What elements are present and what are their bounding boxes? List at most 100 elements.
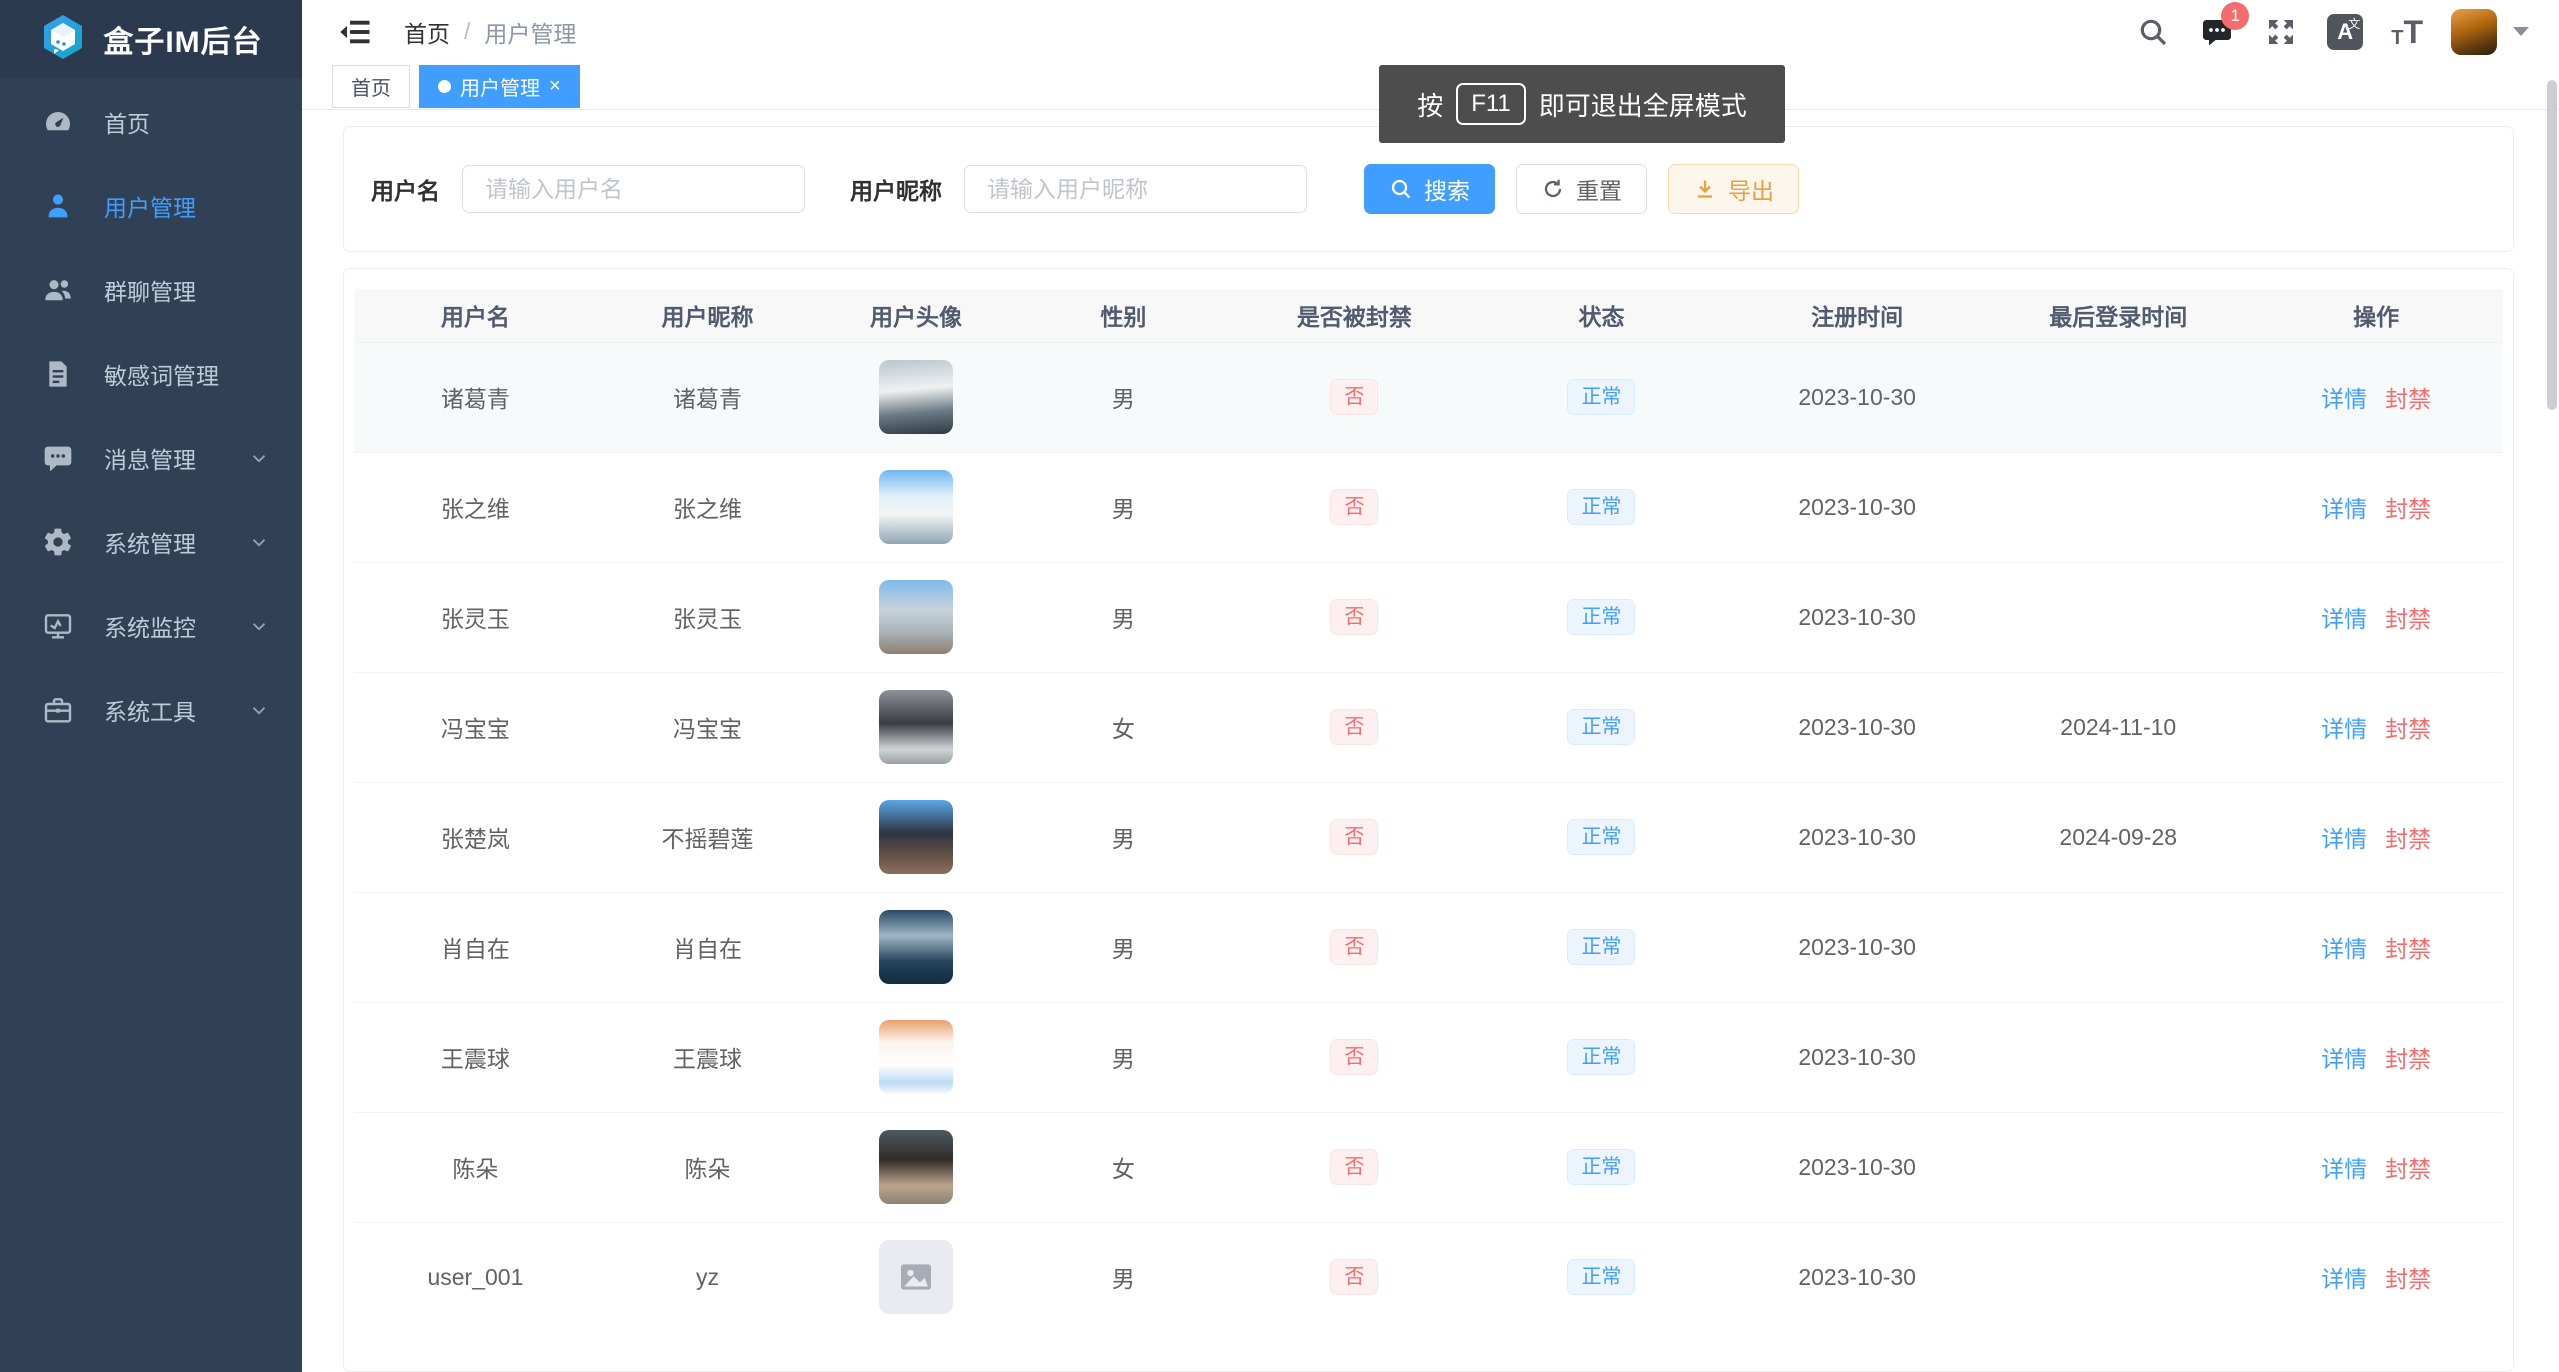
banned-cell: 否 (1233, 342, 1476, 452)
gender-cell: 男 (1014, 562, 1233, 672)
ban-link[interactable]: 封禁 (2385, 386, 2431, 412)
status-cell: 正常 (1476, 1002, 1727, 1112)
scrollbar-thumb[interactable] (2547, 80, 2557, 410)
user-table-card: 用户名用户昵称用户头像性别是否被封禁状态注册时间最后登录时间操作 诸葛青诸葛青男… (343, 268, 2514, 1372)
banned-cell: 否 (1233, 1112, 1476, 1222)
table-row: 冯宝宝冯宝宝女否正常2023-10-302024-11-10详情封禁 (354, 672, 2503, 782)
avatar[interactable] (2451, 9, 2497, 55)
detail-link[interactable]: 详情 (2321, 386, 2367, 412)
actions-cell: 详情封禁 (2249, 892, 2503, 1002)
detail-link[interactable]: 详情 (2321, 826, 2367, 852)
avatar-cell (818, 672, 1014, 782)
chevron-down-icon (2513, 27, 2529, 36)
sidebar-item-系统监控[interactable]: 系统监控 (0, 584, 302, 668)
sidebar-item-敏感词管理[interactable]: 敏感词管理 (0, 332, 302, 416)
column-header: 用户名 (354, 289, 597, 342)
export-button[interactable]: 导出 (1668, 164, 1799, 214)
banned-cell: 否 (1233, 892, 1476, 1002)
register-time-cell: 2023-10-30 (1727, 1112, 1987, 1222)
sidebar-item-系统管理[interactable]: 系统管理 (0, 500, 302, 584)
ban-link[interactable]: 封禁 (2385, 716, 2431, 742)
table-header-row: 用户名用户昵称用户头像性别是否被封禁状态注册时间最后登录时间操作 (354, 289, 2503, 342)
user-avatar[interactable] (879, 910, 953, 984)
nickname-input[interactable] (964, 165, 1307, 213)
banned-badge: 否 (1330, 1149, 1378, 1185)
toast-prefix: 按 (1417, 86, 1443, 123)
tab-首页[interactable]: 首页 (332, 65, 410, 108)
banned-badge: 否 (1330, 599, 1378, 635)
ban-link[interactable]: 封禁 (2385, 826, 2431, 852)
avatar-cell (818, 782, 1014, 892)
column-header: 用户昵称 (597, 289, 818, 342)
sidebar-item-用户管理[interactable]: 用户管理 (0, 164, 302, 248)
last-login-cell: 2024-09-28 (1987, 782, 2249, 892)
actions-cell: 详情封禁 (2249, 672, 2503, 782)
banned-badge: 否 (1330, 1259, 1378, 1295)
breadcrumb-home[interactable]: 首页 (404, 15, 450, 49)
ban-link[interactable]: 封禁 (2385, 1266, 2431, 1292)
last-login-cell (1987, 342, 2249, 452)
tab-用户管理[interactable]: 用户管理× (419, 65, 580, 108)
banned-badge: 否 (1330, 489, 1378, 525)
banned-cell: 否 (1233, 782, 1476, 892)
messages-icon[interactable]: 1 (2199, 14, 2235, 50)
search-icon[interactable] (2135, 14, 2171, 50)
register-time-cell: 2023-10-30 (1727, 1002, 1987, 1112)
collapse-sidebar-icon[interactable] (338, 14, 374, 50)
sidebar-item-消息管理[interactable]: 消息管理 (0, 416, 302, 500)
search-button[interactable]: 搜索 (1364, 164, 1495, 214)
sidebar-item-首页[interactable]: 首页 (0, 80, 302, 164)
table-row: 肖自在肖自在男否正常2023-10-30详情封禁 (354, 892, 2503, 1002)
user-avatar[interactable] (879, 690, 953, 764)
detail-link[interactable]: 详情 (2321, 716, 2367, 742)
detail-link[interactable]: 详情 (2321, 1156, 2367, 1182)
banned-badge: 否 (1330, 1039, 1378, 1075)
fullscreen-icon[interactable] (2263, 14, 2299, 50)
sidebar-item-label: 敏感词管理 (104, 357, 270, 391)
ban-link[interactable]: 封禁 (2385, 936, 2431, 962)
detail-link[interactable]: 详情 (2321, 1046, 2367, 1072)
language-icon[interactable]: A 文 (2327, 14, 2363, 50)
sidebar-item-label: 消息管理 (104, 441, 248, 475)
user-avatar[interactable] (879, 360, 953, 434)
breadcrumb-separator: / (464, 18, 470, 45)
ban-link[interactable]: 封禁 (2385, 1046, 2431, 1072)
banned-cell: 否 (1233, 672, 1476, 782)
status-badge: 正常 (1567, 1259, 1635, 1295)
detail-link[interactable]: 详情 (2321, 496, 2367, 522)
detail-link[interactable]: 详情 (2321, 1266, 2367, 1292)
register-time-cell: 2023-10-30 (1727, 892, 1987, 1002)
detail-link[interactable]: 详情 (2321, 606, 2367, 632)
font-size-icon[interactable]: TT (2391, 16, 2423, 48)
column-header: 最后登录时间 (1987, 289, 2249, 342)
gender-cell: 男 (1014, 1222, 1233, 1332)
user-menu[interactable] (2451, 9, 2529, 55)
ban-link[interactable]: 封禁 (2385, 606, 2431, 632)
user-avatar[interactable] (879, 800, 953, 874)
ban-link[interactable]: 封禁 (2385, 496, 2431, 522)
banned-badge: 否 (1330, 709, 1378, 745)
column-header: 状态 (1476, 289, 1727, 342)
username-input[interactable] (462, 165, 805, 213)
close-icon[interactable]: × (549, 76, 561, 96)
sidebar-item-系统工具[interactable]: 系统工具 (0, 668, 302, 752)
reset-button[interactable]: 重置 (1516, 164, 1647, 214)
last-login-cell (1987, 892, 2249, 1002)
last-login-cell (1987, 1112, 2249, 1222)
user-avatar[interactable] (879, 580, 953, 654)
gender-cell: 男 (1014, 342, 1233, 452)
user-avatar[interactable] (879, 1240, 953, 1314)
sidebar-item-群聊管理[interactable]: 群聊管理 (0, 248, 302, 332)
user-avatar[interactable] (879, 1020, 953, 1094)
actions-cell: 详情封禁 (2249, 1112, 2503, 1222)
app-logo[interactable]: 盒子IM后台 (0, 0, 302, 78)
status-badge: 正常 (1567, 819, 1635, 855)
breadcrumb-page: 用户管理 (484, 15, 576, 49)
user-avatar[interactable] (879, 470, 953, 544)
detail-link[interactable]: 详情 (2321, 936, 2367, 962)
ban-link[interactable]: 封禁 (2385, 1156, 2431, 1182)
status-badge: 正常 (1567, 709, 1635, 745)
user-avatar[interactable] (879, 1130, 953, 1204)
box-im-logo-icon (39, 13, 87, 66)
status-cell: 正常 (1476, 892, 1727, 1002)
